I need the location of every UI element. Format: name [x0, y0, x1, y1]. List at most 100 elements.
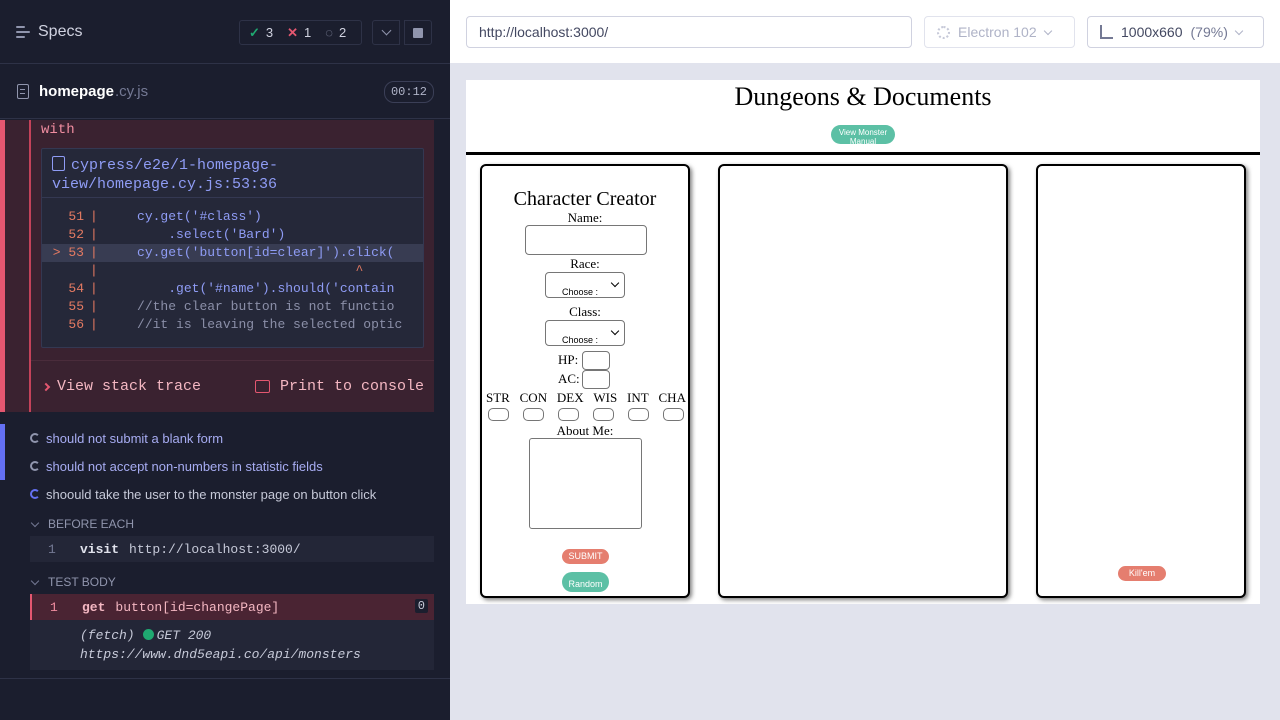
pending-icon: [30, 433, 40, 443]
view-stack-trace-label: View stack trace: [57, 378, 202, 395]
about-textarea[interactable]: [529, 438, 642, 529]
stat-labels: STR CON DEX WIS INT CHA: [486, 390, 686, 406]
code-line: 55 | //the clear button is not functio: [68, 299, 395, 314]
submit-button[interactable]: SUBMIT: [562, 549, 609, 564]
viewport-info[interactable]: 1000x660 (79%): [1087, 16, 1264, 48]
test-item[interactable]: should not accept non-numbers in statist…: [0, 452, 450, 480]
spec-file-ext: .cy.js: [115, 82, 149, 100]
code-frame-path[interactable]: cypress/e2e/1-homepage-view/homepage.cy.…: [42, 149, 423, 198]
race-label: Race:: [570, 256, 600, 271]
url-field[interactable]: http://localhost:3000/: [466, 16, 912, 48]
killem-button[interactable]: Kill'em: [1118, 566, 1166, 581]
stat-label: DEX: [556, 390, 584, 405]
chevron-down-icon: [1043, 26, 1052, 35]
hp-label: HP:: [558, 352, 579, 367]
stat-label: CON: [519, 390, 548, 405]
test-body-hook[interactable]: TEST BODY: [0, 570, 450, 594]
error-actions: View stack trace Print to console: [31, 360, 434, 412]
gear-icon: [937, 25, 950, 39]
creator-title: Character Creator: [513, 188, 657, 210]
pending-icon: ◌: [325, 25, 334, 40]
print-to-console-button[interactable]: Print to console: [254, 378, 424, 395]
chevron-down-icon: [1234, 26, 1244, 35]
stat-label: INT: [627, 390, 649, 405]
str-input[interactable]: [488, 408, 509, 421]
code-line: 56 | //it is leaving the selected optic: [68, 317, 403, 332]
class-select[interactable]: Choose :: [545, 320, 625, 346]
check-icon: ✓: [249, 24, 260, 40]
failed-count: 1: [304, 25, 312, 40]
error-message-tail: with: [41, 122, 75, 138]
name-label: Name:: [567, 210, 603, 225]
stat-label: WIS: [593, 390, 618, 405]
header-rule: [466, 152, 1260, 155]
code-line: 51 | cy.get('#class'): [68, 209, 262, 224]
con-input[interactable]: [523, 408, 544, 421]
before-each-hook[interactable]: BEFORE EACH: [0, 512, 450, 536]
code-lines: 51 | cy.get('#class') 52 | .select('Bard')…: [42, 198, 423, 334]
reporter-panel: Specs ✓ 3 ✕ 1 ◌ 2 homepage .cy.js 00:12 wit…: [0, 0, 450, 720]
auto-scroll-button[interactable]: [372, 20, 400, 45]
stat-label: STR: [486, 390, 510, 405]
code-line: 54 | .get('#name').should('contain: [68, 281, 395, 296]
menu-icon: [16, 25, 30, 38]
fetch-log[interactable]: (fetch) GET 200 https://www.dnd5eapi.co/a…: [30, 620, 434, 670]
code-line-highlighted: > 53 | cy.get('button[id=clear]').click(: [42, 244, 423, 262]
dex-input[interactable]: [558, 408, 579, 421]
code-frame: cypress/e2e/1-homepage-view/homepage.cy.…: [41, 148, 424, 348]
browser-select[interactable]: Electron 102: [924, 16, 1075, 48]
view-stack-trace-button[interactable]: View stack trace: [41, 378, 202, 395]
specs-toggle[interactable]: Specs: [16, 23, 82, 41]
test-item-running[interactable]: shoould take the user to the monster pag…: [0, 480, 450, 508]
running-icon: [30, 489, 40, 499]
app-iframe: Dungeons & Documents View Monster Manual…: [466, 80, 1260, 604]
cross-icon: ✕: [287, 24, 299, 40]
ac-label: AC:: [558, 371, 580, 386]
chevron-down-icon: [30, 576, 40, 585]
race-select[interactable]: Choose :: [545, 272, 625, 298]
stop-icon: [413, 27, 423, 38]
test-item[interactable]: should not submit a blank form: [0, 424, 450, 452]
int-input[interactable]: [628, 408, 649, 421]
fail-stripe: [0, 120, 5, 412]
terminal-icon: [254, 380, 270, 393]
character-display-panel: [718, 164, 1008, 598]
run-timer: 00:12: [383, 81, 434, 103]
status-dot-icon: [142, 629, 154, 640]
chevron-right-icon: [41, 382, 51, 391]
wis-input[interactable]: [593, 408, 614, 421]
test-stats: ✓ 3 ✕ 1 ◌ 2: [239, 20, 362, 45]
class-label: Class:: [569, 304, 601, 319]
code-line: 52 | .select('Bard'): [68, 227, 286, 242]
pending-icon: [30, 461, 40, 471]
stat-inputs: [488, 408, 684, 421]
spec-file-name[interactable]: homepage: [39, 83, 114, 100]
random-button[interactable]: Random: [562, 572, 609, 592]
stop-button[interactable]: [404, 20, 432, 45]
ruler-icon: [1100, 25, 1113, 39]
about-label: About Me:: [556, 423, 614, 438]
code-frame-file: cypress/e2e/1-homepage-view/homepage.cy.…: [52, 157, 279, 193]
divider: [0, 678, 450, 679]
aut-header: http://localhost:3000/ Electron 102 1000…: [450, 0, 1280, 64]
ac-input[interactable]: [582, 370, 610, 389]
aut-panel: http://localhost:3000/ Electron 102 1000…: [450, 0, 1280, 720]
stat-label: CHA: [658, 390, 686, 405]
chevron-down-icon: [30, 518, 40, 527]
print-to-console-label: Print to console: [279, 378, 424, 395]
app-title: Dungeons & Documents: [734, 82, 992, 111]
character-creator-panel: Character Creator Name: Race: Choose : C…: [480, 164, 690, 598]
test-list: should not submit a blank form should no…: [0, 424, 450, 670]
name-input[interactable]: [525, 225, 647, 255]
code-line-caret: | ^: [90, 263, 364, 278]
view-monster-manual-button[interactable]: View Monster Manual: [831, 125, 895, 144]
cha-input[interactable]: [663, 408, 684, 421]
spec-file-bar: homepage .cy.js 00:12: [0, 64, 450, 119]
hp-input[interactable]: [582, 351, 610, 370]
pending-count: 2: [339, 25, 347, 40]
command-get-failed[interactable]: 1 get button[id=changePage] 0: [30, 594, 434, 620]
element-count-badge: 0: [414, 599, 428, 613]
passed-count: 3: [265, 25, 274, 40]
file-icon: [17, 83, 29, 99]
command-visit[interactable]: 1 visit http://localhost:3000/: [30, 536, 434, 562]
